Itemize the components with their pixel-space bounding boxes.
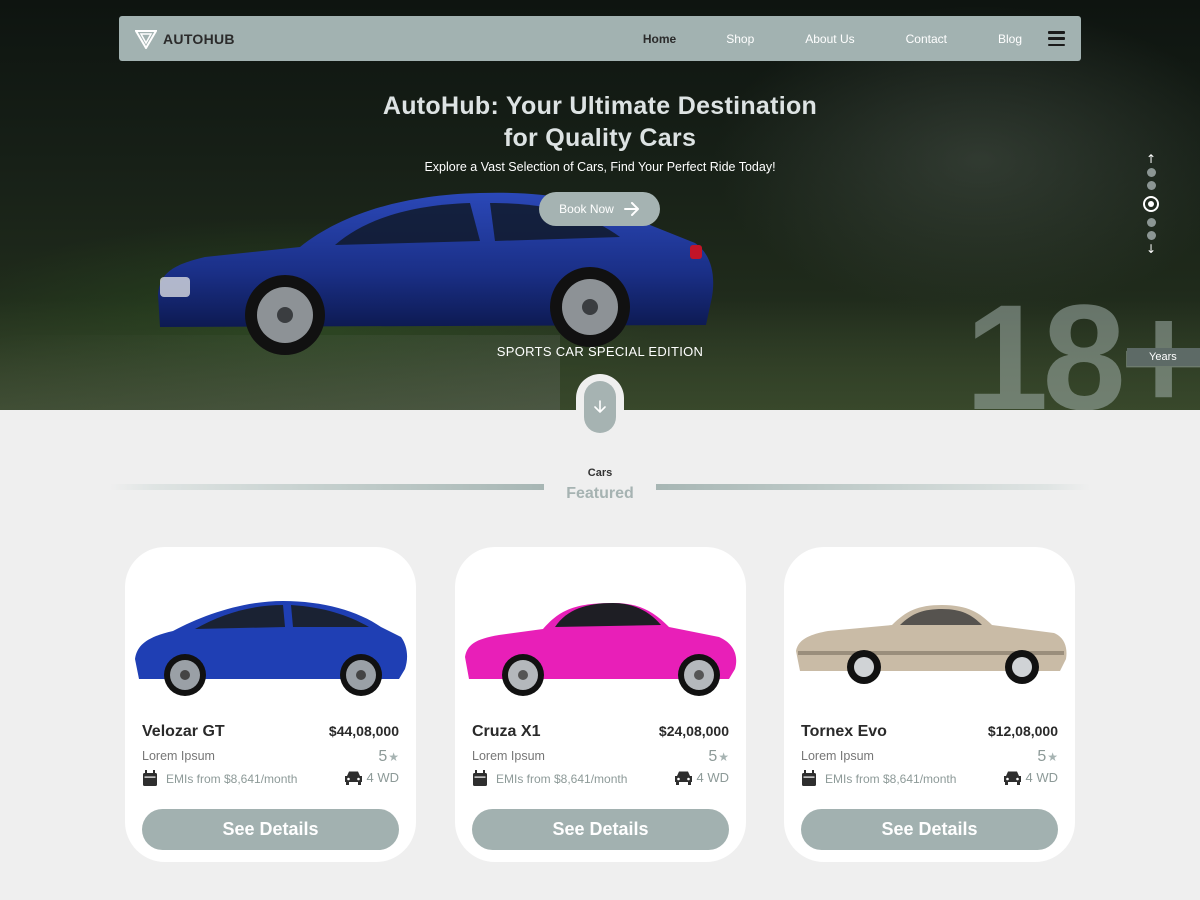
scroll-down-button[interactable]	[584, 381, 616, 433]
book-now-label: Book Now	[559, 202, 614, 216]
car-subtitle: Lorem Ipsum	[142, 749, 215, 763]
car-image	[465, 603, 737, 696]
section-divider-left	[110, 484, 544, 490]
car-icon	[1003, 771, 1021, 785]
car-emi-text: EMIs from $8,641/month	[825, 771, 957, 786]
hero-title: AutoHub: Your Ultimate Destination for Q…	[300, 90, 900, 154]
car-drive: 4 WD	[1003, 770, 1059, 785]
hero-title-line2: for Quality Cars	[503, 124, 697, 152]
car-rating: 5 ★	[1037, 748, 1058, 766]
rating-value: 5	[378, 748, 388, 765]
car-rating: 5 ★	[378, 748, 399, 766]
star-icon: ★	[388, 750, 399, 764]
car-drive-text: 4 WD	[1025, 770, 1059, 785]
hero-caption: SPORTS CAR SPECIAL EDITION	[496, 344, 704, 359]
logo[interactable]: AUTOHUB	[135, 29, 235, 49]
car-emi-text: EMIs from $8,641/month	[166, 771, 298, 786]
car-emi: EMIs from $8,641/month	[472, 770, 627, 787]
calendar-icon	[473, 770, 487, 786]
slide-dot-3-active[interactable]	[1143, 196, 1159, 212]
nav-shop[interactable]: Shop	[726, 32, 754, 46]
car-name: Velozar GT	[142, 723, 225, 740]
car-price: $24,08,000	[658, 723, 729, 739]
see-details-button[interactable]: See Details	[142, 809, 399, 850]
nav-contact[interactable]: Contact	[906, 32, 947, 46]
car-name: Tornex Evo	[801, 723, 887, 740]
car-name: Cruza X1	[472, 723, 541, 740]
car-icon	[674, 771, 692, 785]
car-rating: 5 ★	[708, 748, 729, 766]
section-kicker: Cars	[587, 467, 613, 479]
arrow-down-icon[interactable]: ↓	[1146, 242, 1156, 256]
hero-title-line1: AutoHub: Your Ultimate Destination	[382, 92, 818, 120]
section-title: Featured	[566, 485, 634, 502]
car-price: $12,08,000	[987, 723, 1058, 739]
section-divider-right	[656, 484, 1090, 490]
years-stat-number: 18+	[965, 273, 1200, 410]
car-emi: EMIs from $8,641/month	[801, 770, 956, 787]
car-subtitle: Lorem Ipsum	[801, 749, 874, 763]
see-details-button[interactable]: See Details	[801, 809, 1058, 850]
arrow-right-icon	[623, 202, 639, 216]
star-icon: ★	[718, 750, 729, 764]
car-price: $44,08,000	[328, 723, 399, 739]
car-emi: EMIs from $8,641/month	[142, 770, 297, 787]
slide-dot-4[interactable]	[1146, 218, 1156, 227]
hero-banner: AutoHub: Your Ultimate Destination for Q…	[0, 0, 1200, 410]
car-card: Velozar GT $44,08,000 Lorem Ipsum 5 ★ EMI…	[125, 547, 416, 862]
slide-pager: ↑ ↓	[1142, 152, 1160, 258]
car-drive-text: 4 WD	[696, 770, 730, 785]
car-card: Tornex Evo $12,08,000 Lorem Ipsum 5 ★ EMI…	[784, 547, 1075, 862]
car-image	[135, 601, 408, 696]
car-drive-text: 4 WD	[366, 770, 400, 785]
slide-dot-2[interactable]	[1146, 181, 1156, 190]
car-drive: 4 WD	[674, 770, 730, 785]
car-image	[796, 605, 1067, 684]
rating-value: 5	[708, 748, 718, 765]
logo-icon	[135, 29, 157, 49]
car-drive: 4 WD	[344, 770, 400, 785]
star-icon: ★	[1047, 750, 1058, 764]
car-icon	[344, 771, 362, 785]
years-stat-label: Years	[1127, 348, 1200, 366]
nav-blog[interactable]: Blog	[998, 32, 1022, 46]
logo-text: AUTOHUB	[163, 30, 235, 47]
car-subtitle: Lorem Ipsum	[472, 749, 545, 763]
nav-home[interactable]: Home	[643, 32, 676, 46]
see-details-button[interactable]: See Details	[472, 809, 729, 850]
book-now-button[interactable]: Book Now	[539, 192, 660, 226]
scroll-down-tab	[576, 374, 624, 440]
calendar-icon	[143, 770, 157, 786]
car-card: Cruza X1 $24,08,000 Lorem Ipsum 5 ★ EMIs …	[455, 547, 746, 862]
calendar-icon	[802, 770, 816, 786]
nav-about-us[interactable]: About Us	[805, 32, 854, 46]
top-navbar: AUTOHUB Home Shop About Us Contact Blog	[119, 16, 1081, 61]
hero-subtitle: Explore a Vast Selection of Cars, Find Y…	[424, 160, 776, 174]
rating-value: 5	[1037, 748, 1047, 765]
hamburger-icon[interactable]	[1048, 31, 1065, 46]
slide-dot-5[interactable]	[1146, 231, 1156, 240]
arrow-down-icon	[594, 400, 606, 413]
nav-links: Home Shop About Us Contact Blog	[643, 31, 1065, 46]
car-emi-text: EMIs from $8,641/month	[496, 771, 628, 786]
slide-dot-1[interactable]	[1146, 168, 1156, 177]
arrow-up-icon[interactable]: ↑	[1146, 152, 1156, 166]
